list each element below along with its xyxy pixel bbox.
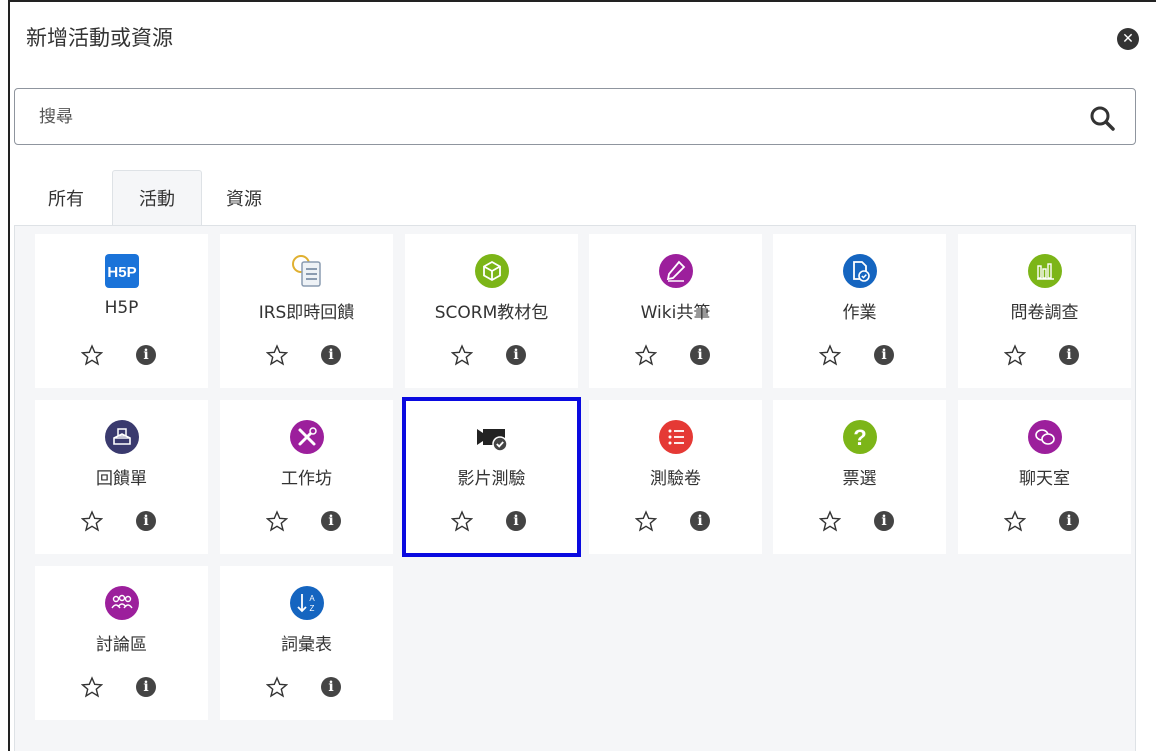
activity-card-glossary[interactable]: A Z 詞彙表 i bbox=[220, 566, 393, 720]
info-icon[interactable]: i bbox=[136, 511, 156, 531]
info-icon[interactable]: i bbox=[136, 345, 156, 365]
quiz-icon bbox=[658, 420, 693, 454]
info-icon[interactable]: i bbox=[321, 345, 341, 365]
activity-card-quiz[interactable]: 測驗卷 i bbox=[589, 400, 762, 554]
star-icon[interactable] bbox=[635, 344, 657, 366]
activity-card-h5p[interactable]: H5P H5P i bbox=[35, 234, 208, 388]
info-icon[interactable]: i bbox=[1059, 345, 1079, 365]
irs-feedback-icon bbox=[291, 255, 321, 287]
activity-label: 聊天室 bbox=[1019, 469, 1070, 489]
star-icon[interactable] bbox=[266, 344, 288, 366]
activity-label: 討論區 bbox=[96, 635, 147, 655]
activity-label: SCORM教材包 bbox=[434, 303, 549, 323]
svg-text:H5P: H5P bbox=[107, 264, 136, 281]
star-icon[interactable] bbox=[635, 510, 657, 532]
assignment-icon bbox=[842, 254, 877, 288]
activity-card-survey[interactable]: 問卷調查 i bbox=[958, 234, 1131, 388]
glossary-icon: A Z bbox=[289, 586, 324, 620]
tab-all[interactable]: 所有 bbox=[32, 170, 100, 226]
activity-label: 問卷調查 bbox=[1010, 303, 1079, 323]
svg-text:?: ? bbox=[853, 425, 866, 450]
star-icon[interactable] bbox=[266, 510, 288, 532]
scorm-package-icon bbox=[474, 254, 509, 288]
info-icon[interactable]: i bbox=[506, 511, 526, 531]
activity-card-scorm[interactable]: SCORM教材包 i bbox=[405, 234, 578, 388]
activity-label: Wiki共筆 bbox=[640, 303, 711, 323]
info-icon[interactable]: i bbox=[506, 345, 526, 365]
activity-card-feedback[interactable]: 回饋單 i bbox=[35, 400, 208, 554]
info-icon[interactable]: i bbox=[321, 677, 341, 697]
feedback-icon bbox=[104, 420, 139, 454]
star-icon[interactable] bbox=[81, 676, 103, 698]
activity-card-chat[interactable]: 聊天室 i bbox=[958, 400, 1131, 554]
activity-label: 測驗卷 bbox=[650, 469, 701, 489]
activity-card-choice[interactable]: ? 票選 i bbox=[773, 400, 946, 554]
info-icon[interactable]: i bbox=[690, 511, 710, 531]
search-icon[interactable] bbox=[1089, 105, 1115, 131]
h5p-icon: H5P bbox=[104, 254, 139, 288]
activity-label: 詞彙表 bbox=[281, 635, 332, 655]
wiki-icon bbox=[658, 254, 693, 288]
activity-card-irs[interactable]: IRS即時回饋 i bbox=[220, 234, 393, 388]
star-icon[interactable] bbox=[451, 510, 473, 532]
activity-label: 票選 bbox=[842, 469, 877, 489]
info-icon[interactable]: i bbox=[690, 345, 710, 365]
activity-grid: H5P H5P i IRS即時回饋 i SCORM教材包 i Wiki共筆 i … bbox=[14, 226, 1136, 751]
info-icon[interactable]: i bbox=[1059, 511, 1079, 531]
activity-card-video-quiz[interactable]: 影片測驗 i bbox=[402, 397, 581, 557]
activity-card-workshop[interactable]: 工作坊 i bbox=[220, 400, 393, 554]
activity-card-wiki[interactable]: Wiki共筆 i bbox=[589, 234, 762, 388]
close-icon[interactable]: ✕ bbox=[1117, 28, 1139, 50]
dialog-title: 新增活動或資源 bbox=[26, 26, 173, 50]
video-quiz-icon bbox=[476, 429, 508, 452]
activity-card-forum[interactable]: 討論區 i bbox=[35, 566, 208, 720]
star-icon[interactable] bbox=[819, 344, 841, 366]
workshop-icon bbox=[289, 420, 324, 454]
star-icon[interactable] bbox=[451, 344, 473, 366]
activity-label: 影片測驗 bbox=[457, 469, 526, 489]
activity-label: IRS即時回饋 bbox=[258, 303, 355, 323]
activity-label: 工作坊 bbox=[281, 469, 332, 489]
activity-label: H5P bbox=[104, 298, 139, 318]
star-icon[interactable] bbox=[81, 510, 103, 532]
tab-resources[interactable]: 資源 bbox=[214, 170, 274, 226]
star-icon[interactable] bbox=[819, 510, 841, 532]
search-box bbox=[14, 88, 1136, 145]
search-input[interactable] bbox=[15, 89, 1135, 144]
star-icon[interactable] bbox=[81, 344, 103, 366]
svg-text:Z: Z bbox=[309, 604, 314, 613]
info-icon[interactable]: i bbox=[136, 677, 156, 697]
choice-icon: ? bbox=[842, 420, 877, 454]
info-icon[interactable]: i bbox=[874, 345, 894, 365]
activity-label: 作業 bbox=[842, 303, 877, 323]
star-icon[interactable] bbox=[1004, 510, 1026, 532]
info-icon[interactable]: i bbox=[321, 511, 341, 531]
activity-card-assignment[interactable]: 作業 i bbox=[773, 234, 946, 388]
chat-icon bbox=[1027, 420, 1062, 454]
info-icon[interactable]: i bbox=[874, 511, 894, 531]
activity-label: 回饋單 bbox=[96, 469, 147, 489]
tab-activities[interactable]: 活動 bbox=[112, 170, 202, 226]
star-icon[interactable] bbox=[266, 676, 288, 698]
survey-icon bbox=[1027, 254, 1062, 288]
forum-icon bbox=[104, 586, 139, 620]
svg-text:A: A bbox=[309, 594, 315, 603]
star-icon[interactable] bbox=[1004, 344, 1026, 366]
